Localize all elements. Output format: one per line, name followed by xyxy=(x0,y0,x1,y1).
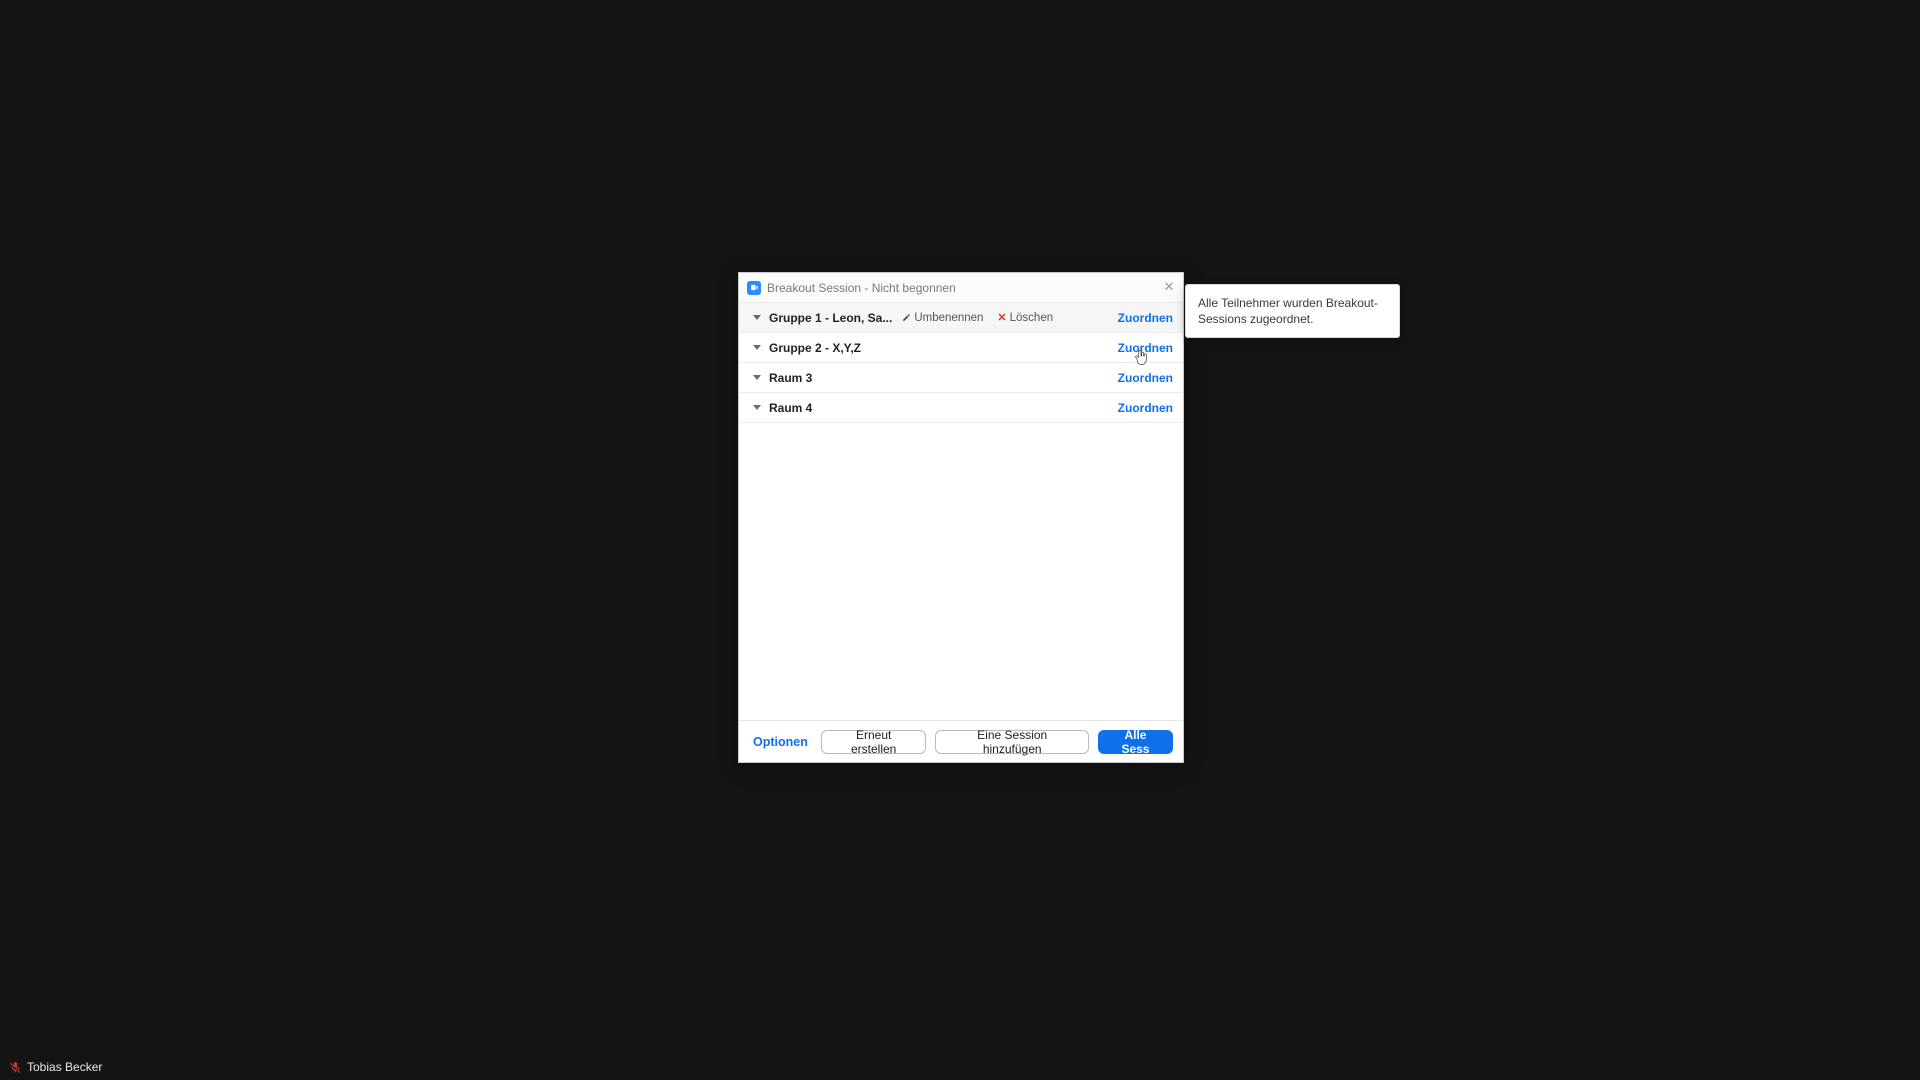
pencil-icon xyxy=(902,313,911,322)
chevron-down-icon[interactable] xyxy=(753,315,761,320)
chevron-down-icon[interactable] xyxy=(753,345,761,350)
assignment-toast: Alle Teilnehmer wurden Breakout-Sessions… xyxy=(1185,284,1400,338)
close-icon[interactable]: ✕ xyxy=(1161,279,1177,295)
room-row[interactable]: Raum 3 Zuordnen xyxy=(739,363,1183,393)
dialog-title: Breakout Session - Nicht begonnen xyxy=(767,281,956,295)
x-icon: ✕ xyxy=(997,311,1006,324)
add-session-button[interactable]: Eine Session hinzufügen xyxy=(935,730,1088,754)
participant-name: Tobias Becker xyxy=(27,1060,102,1074)
dialog-titlebar: Breakout Session - Nicht begonnen ✕ xyxy=(739,273,1183,303)
room-row[interactable]: Gruppe 1 - Leon, Sa... Umbenennen ✕ Lösc… xyxy=(739,303,1183,333)
delete-button[interactable]: ✕ Löschen xyxy=(997,311,1053,324)
options-button[interactable]: Optionen xyxy=(749,735,812,749)
mic-muted-icon xyxy=(8,1060,22,1074)
room-name: Gruppe 2 - X,Y,Z xyxy=(769,341,861,355)
room-row[interactable]: Raum 4 Zuordnen xyxy=(739,393,1183,423)
rename-label: Umbenennen xyxy=(914,312,983,324)
room-row[interactable]: Gruppe 2 - X,Y,Z Zuordnen xyxy=(739,333,1183,363)
breakout-dialog: Breakout Session - Nicht begonnen ✕ Grup… xyxy=(738,272,1184,763)
assign-link[interactable]: Zuordnen xyxy=(1118,401,1173,415)
assign-link[interactable]: Zuordnen xyxy=(1118,371,1173,385)
zoom-app-icon xyxy=(747,281,761,295)
chevron-down-icon[interactable] xyxy=(753,405,761,410)
row-actions: Umbenennen ✕ Löschen xyxy=(902,311,1053,324)
chevron-down-icon[interactable] xyxy=(753,375,761,380)
assign-link[interactable]: Zuordnen xyxy=(1118,341,1173,355)
room-list: Gruppe 1 - Leon, Sa... Umbenennen ✕ Lösc… xyxy=(739,303,1183,720)
rename-button[interactable]: Umbenennen xyxy=(902,312,983,324)
delete-label: Löschen xyxy=(1010,312,1053,324)
toast-message: Alle Teilnehmer wurden Breakout-Sessions… xyxy=(1198,296,1378,326)
start-all-sessions-button[interactable]: Alle Sess xyxy=(1098,730,1173,754)
room-name: Raum 4 xyxy=(769,401,812,415)
dialog-footer: Optionen Erneut erstellen Eine Session h… xyxy=(739,720,1183,762)
room-name: Gruppe 1 - Leon, Sa... xyxy=(769,311,892,325)
room-name: Raum 3 xyxy=(769,371,812,385)
participant-name-tag: Tobias Becker xyxy=(4,1058,106,1076)
recreate-button[interactable]: Erneut erstellen xyxy=(821,730,927,754)
assign-link[interactable]: Zuordnen xyxy=(1118,311,1173,325)
